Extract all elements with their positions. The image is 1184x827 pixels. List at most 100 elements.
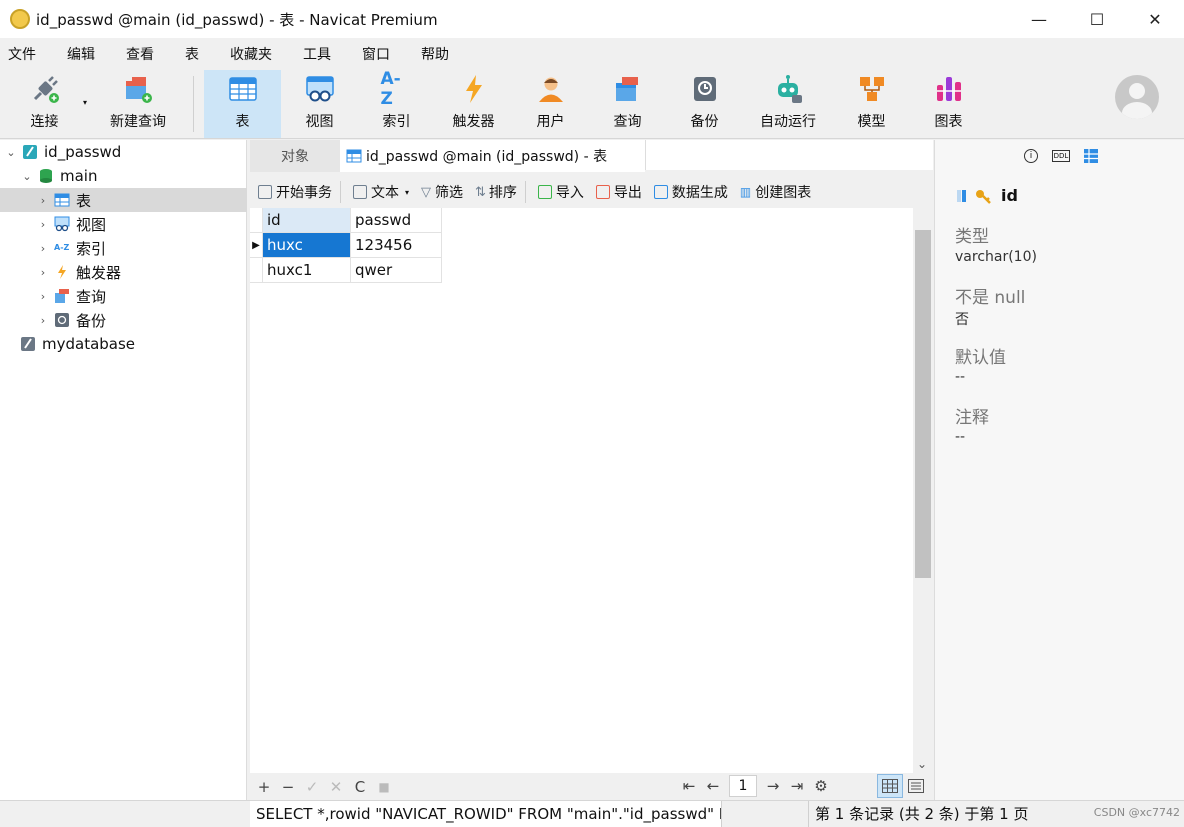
sqlite-connection-icon [23, 145, 37, 159]
current-row-marker[interactable]: ▶ [250, 233, 263, 258]
form-view-button[interactable] [903, 774, 929, 798]
pager: ⇤ ← 1 → ⇥ ⚙ [677, 775, 833, 797]
ddl-icon[interactable]: DDL [1050, 148, 1072, 164]
menu-table[interactable]: 表 [177, 44, 216, 64]
stop-button[interactable]: ■ [372, 780, 396, 794]
begin-transaction-button[interactable]: 开始事务 [258, 182, 332, 202]
menu-favorites[interactable]: 收藏夹 [222, 44, 289, 64]
index-button[interactable]: A-Z 索引 [358, 69, 435, 138]
import-icon [537, 185, 552, 199]
tab-objects[interactable]: 对象 [250, 140, 340, 172]
chevron-down-icon[interactable]: ▾ [405, 188, 409, 197]
chevron-down-icon[interactable]: ⌄ [917, 757, 927, 771]
tab-table-id-passwd[interactable]: id_passwd @main (id_passwd) - 表 [340, 140, 645, 172]
import-button[interactable]: 导入 [537, 182, 584, 202]
chart-icon: ▥ [739, 185, 752, 199]
first-page-button[interactable]: ⇤ [677, 777, 701, 795]
user-avatar[interactable] [1115, 75, 1159, 119]
plug-icon [29, 73, 61, 105]
maximize-button[interactable]: ☐ [1068, 0, 1126, 38]
chevron-right-icon[interactable]: › [36, 193, 50, 207]
chevron-right-icon[interactable]: › [36, 313, 50, 327]
filter-button[interactable]: ▽ 筛选 [421, 182, 463, 202]
query-button[interactable]: 查询 [589, 70, 666, 138]
next-page-button[interactable]: → [761, 777, 785, 795]
grid-cell[interactable]: huxc [263, 233, 351, 258]
field-name: id [1001, 186, 1018, 205]
filter-icon: ▽ [421, 184, 432, 200]
tree-connection-id-passwd[interactable]: ⌄ id_passwd [0, 140, 247, 164]
tree-node-triggers[interactable]: › 触发器 [0, 260, 247, 284]
menu-help[interactable]: 帮助 [413, 44, 466, 64]
connect-button[interactable]: 连接 [6, 70, 83, 138]
user-button[interactable]: 用户 [512, 70, 589, 138]
tree-node-backups[interactable]: › 备份 [0, 308, 247, 332]
table-row[interactable]: ▶ huxc 123456 [250, 233, 442, 258]
row-header[interactable] [250, 258, 263, 283]
close-button[interactable]: ✕ [1126, 0, 1184, 38]
sql-preview[interactable]: SELECT *,rowid "NAVICAT_ROWID" FROM "mai… [250, 801, 722, 827]
watermark: CSDN @xc7742 [1093, 806, 1180, 819]
menu-window[interactable]: 窗口 [354, 44, 407, 64]
data-grid[interactable]: id passwd ▶ huxc 123456 huxc1 qwer [250, 208, 933, 773]
grid-cell[interactable]: huxc1 [263, 258, 351, 283]
sort-button[interactable]: ⇅ 排序 [475, 182, 517, 202]
backup-button[interactable]: 备份 [666, 70, 743, 138]
menu-view[interactable]: 查看 [118, 44, 171, 64]
chevron-right-icon[interactable]: › [36, 241, 50, 255]
grid-cell[interactable]: 123456 [351, 233, 442, 258]
tree-connection-mydatabase[interactable]: mydatabase [0, 332, 247, 356]
text-label: 文本 [371, 185, 399, 201]
last-page-button[interactable]: ⇥ [785, 777, 809, 795]
page-number-input[interactable]: 1 [729, 775, 757, 797]
lightning-icon [458, 73, 490, 105]
chevron-down-icon[interactable]: ⌄ [20, 169, 34, 183]
table-button[interactable]: 表 [204, 70, 281, 138]
tree-node-views[interactable]: › 视图 [0, 212, 247, 236]
discard-changes-button[interactable]: ✕ [324, 778, 348, 796]
table-row[interactable]: huxc1 qwer [250, 258, 442, 283]
trigger-button[interactable]: 触发器 [435, 70, 512, 138]
chevron-right-icon[interactable]: › [36, 265, 50, 279]
column-header-passwd[interactable]: passwd [351, 208, 442, 233]
menu-file[interactable]: 文件 [0, 44, 53, 64]
tree-node-label: 索引 [76, 239, 107, 258]
minimize-button[interactable]: — [1010, 0, 1068, 38]
tree-node-indexes[interactable]: › A-Z 索引 [0, 236, 247, 260]
apply-changes-button[interactable]: ✓ [300, 778, 324, 796]
prev-page-button[interactable]: ← [701, 777, 725, 795]
column-header-id[interactable]: id [263, 208, 351, 233]
data-generation-button[interactable]: 数据生成 [653, 182, 728, 202]
grid-view-button[interactable] [877, 774, 903, 798]
chevron-down-icon[interactable]: ⌄ [4, 145, 18, 159]
info-icon[interactable]: i [1020, 148, 1042, 164]
menu-edit[interactable]: 编辑 [59, 44, 112, 64]
new-query-button[interactable]: 新建查询 [93, 70, 183, 138]
model-button[interactable]: 模型 [833, 70, 910, 138]
pager-settings-button[interactable]: ⚙ [809, 777, 833, 795]
refresh-button[interactable]: C [348, 778, 372, 796]
view-button[interactable]: 视图 [281, 70, 358, 138]
model-icon [856, 73, 888, 105]
tree-node-label: 备份 [76, 311, 107, 330]
grid-cell[interactable]: qwer [351, 258, 442, 283]
chart-button[interactable]: 图表 [910, 70, 987, 138]
tree-node-tables[interactable]: › 表 [0, 188, 247, 212]
export-button[interactable]: 导出 [595, 182, 642, 202]
toolbar-separator [340, 181, 341, 203]
chevron-right-icon[interactable]: › [36, 289, 50, 303]
chevron-right-icon[interactable]: › [36, 217, 50, 231]
automation-button[interactable]: 自动运行 [743, 70, 833, 138]
tree-node-queries[interactable]: › 查询 [0, 284, 247, 308]
delete-record-button[interactable]: − [276, 778, 300, 796]
menu-tools[interactable]: 工具 [295, 44, 348, 64]
tree-node-label: 触发器 [76, 263, 122, 282]
text-button[interactable]: 文本 ▾ [353, 182, 409, 202]
field-list-icon[interactable] [1080, 148, 1102, 164]
tree-schema-main[interactable]: ⌄ main [0, 164, 247, 188]
vertical-scrollbar[interactable]: ⌄ [913, 208, 933, 773]
scrollbar-thumb[interactable] [915, 230, 931, 578]
create-chart-button[interactable]: ▥ 创建图表 [740, 182, 811, 202]
add-record-button[interactable]: + [252, 778, 276, 796]
connect-dropdown-icon[interactable]: ▾ [83, 66, 93, 138]
